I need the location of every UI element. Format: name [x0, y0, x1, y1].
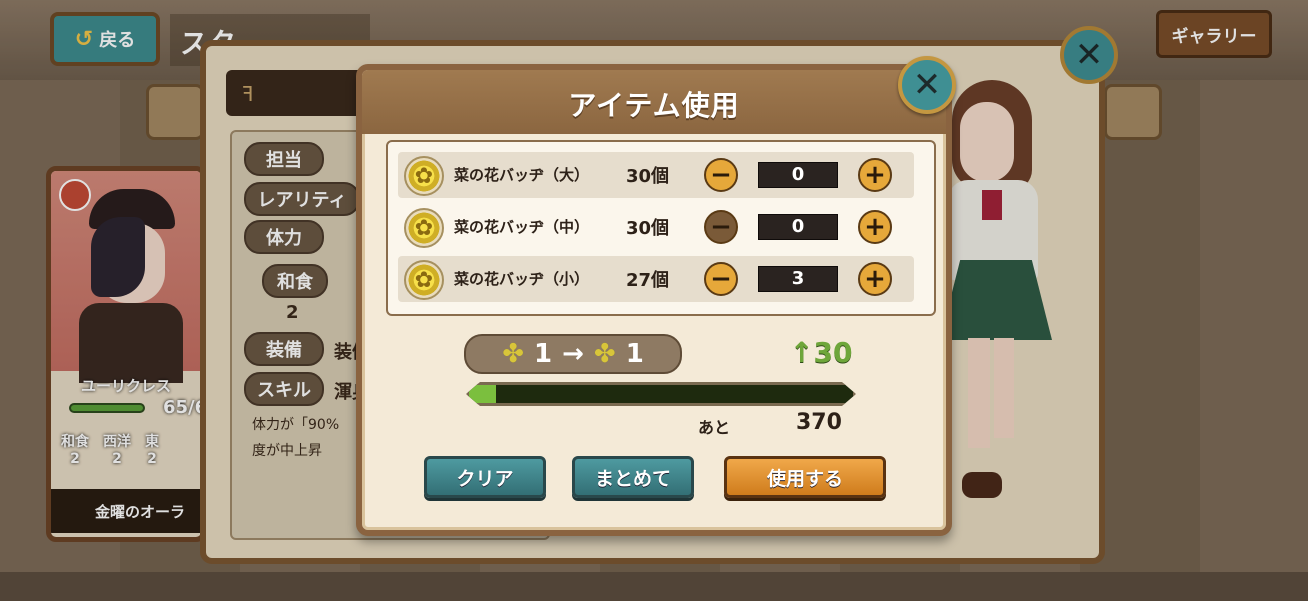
decrement-button[interactable]: − — [704, 262, 738, 296]
plus-icon: + — [864, 160, 886, 190]
plus-icon: + — [864, 212, 886, 242]
item-name: 菜の花バッヂ（大） — [454, 166, 590, 184]
item-name: 菜の花バッヂ（小） — [454, 270, 590, 288]
remaining-label: あと — [698, 418, 731, 437]
decrement-button[interactable]: − — [704, 210, 738, 244]
item-count: 30個 — [626, 218, 670, 239]
exp-progress-fill — [469, 385, 496, 403]
dialog-title: アイテム使用 — [568, 89, 740, 122]
item-list: ✿ 菜の花バッヂ（大） 30個 − 0 + ✿ 菜の花バッヂ（中） 30個 − … — [386, 140, 936, 316]
item-name: 菜の花バッヂ（中） — [454, 218, 590, 236]
plus-icon: + — [864, 264, 886, 294]
remaining-value: 370 — [796, 410, 842, 435]
decrement-button[interactable]: − — [704, 158, 738, 192]
clover-icon: ✤ — [502, 339, 524, 369]
increment-button[interactable]: + — [858, 158, 892, 192]
item-row-small: ✿ 菜の花バッヂ（小） 27個 − 3 + — [398, 256, 914, 302]
minus-icon: − — [710, 212, 732, 242]
clear-button[interactable]: クリア — [424, 456, 546, 498]
exp-gain: ↑30 — [790, 336, 853, 369]
quantity-field[interactable]: 0 — [758, 162, 838, 188]
minus-icon: − — [710, 264, 732, 294]
item-use-dialog: アイテム使用 ✿ 菜の花バッヂ（大） 30個 − 0 + ✿ 菜の花バッヂ（中）… — [356, 64, 952, 536]
close-icon: ✕ — [912, 65, 942, 105]
nanohana-badge-medium-icon: ✿ — [404, 208, 444, 248]
level-change-display: ✤ 1 → ✤ 1 — [464, 334, 682, 374]
item-row-medium: ✿ 菜の花バッヂ（中） 30個 − 0 + — [398, 204, 914, 250]
item-row-large: ✿ 菜の花バッヂ（大） 30個 − 0 + — [398, 152, 914, 198]
nanohana-badge-large-icon: ✿ — [404, 156, 444, 196]
increment-button[interactable]: + — [858, 262, 892, 296]
level-arrow: → — [562, 339, 584, 369]
level-from: 1 — [534, 339, 553, 369]
exp-progress-bar — [466, 382, 856, 406]
item-count: 27個 — [626, 270, 670, 291]
quantity-field[interactable]: 3 — [758, 266, 838, 292]
use-button[interactable]: 使用する — [724, 456, 886, 498]
clover-icon: ✤ — [593, 339, 616, 369]
item-count: 30個 — [626, 166, 670, 187]
level-to: 1 — [625, 339, 644, 369]
bulk-button[interactable]: まとめて — [572, 456, 694, 498]
nanohana-badge-small-icon: ✿ — [404, 260, 444, 300]
increment-button[interactable]: + — [858, 210, 892, 244]
minus-icon: − — [710, 160, 732, 190]
dialog-close-button[interactable]: ✕ — [898, 56, 956, 114]
quantity-field[interactable]: 0 — [758, 214, 838, 240]
